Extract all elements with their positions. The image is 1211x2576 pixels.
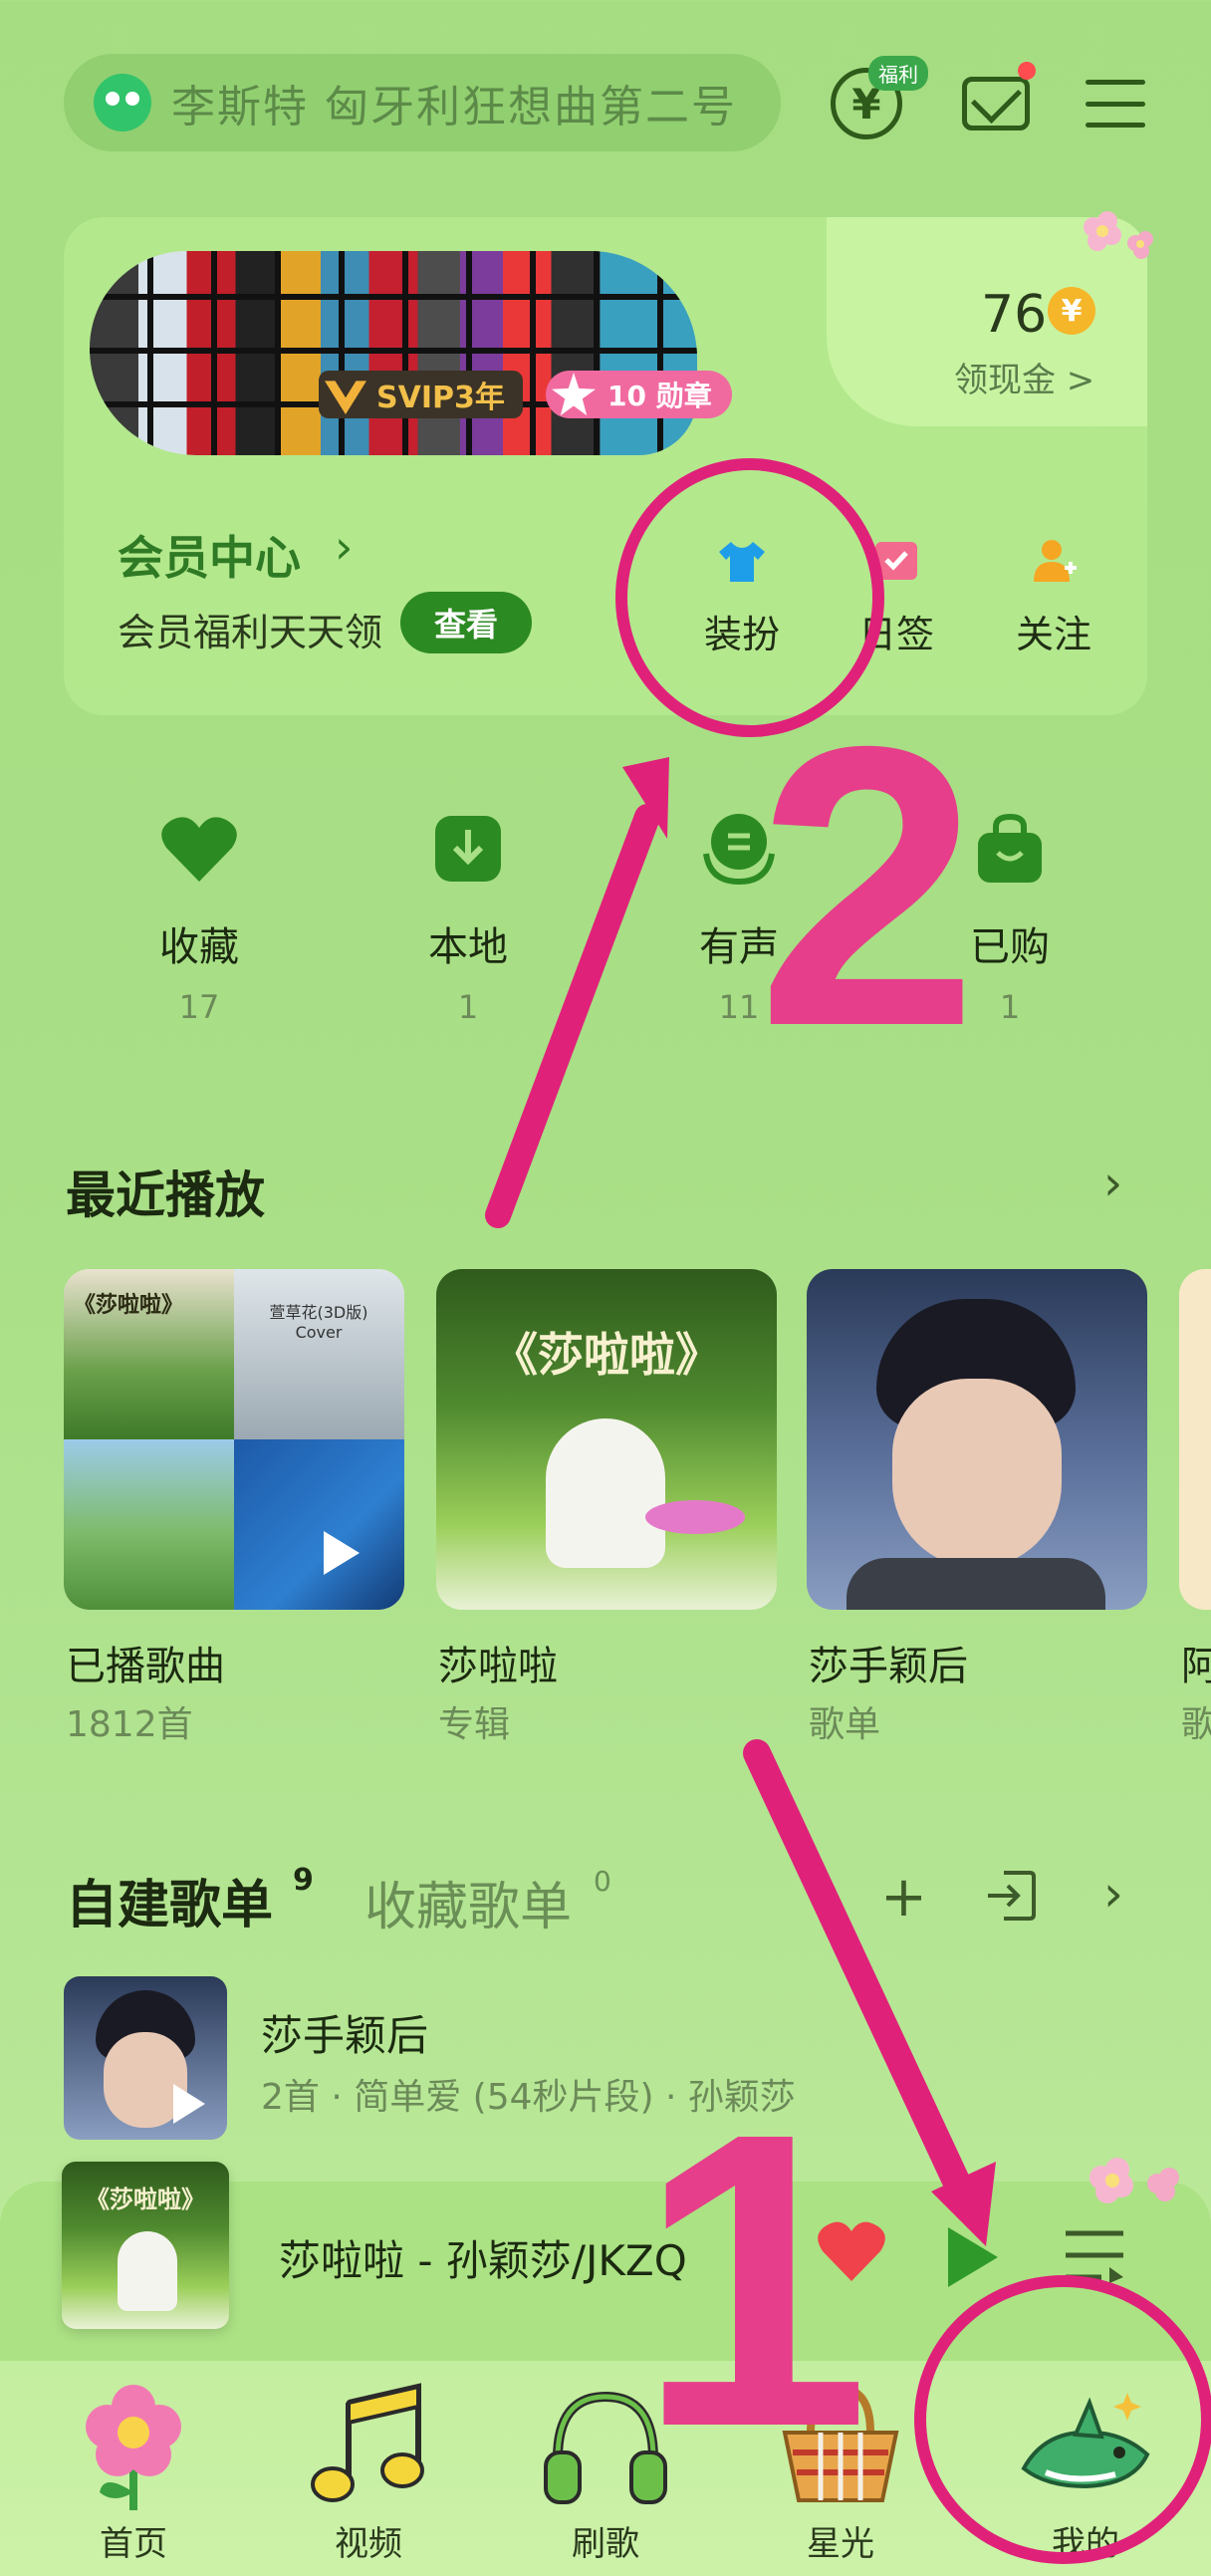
annotation-arrows: [485, 757, 996, 2246]
